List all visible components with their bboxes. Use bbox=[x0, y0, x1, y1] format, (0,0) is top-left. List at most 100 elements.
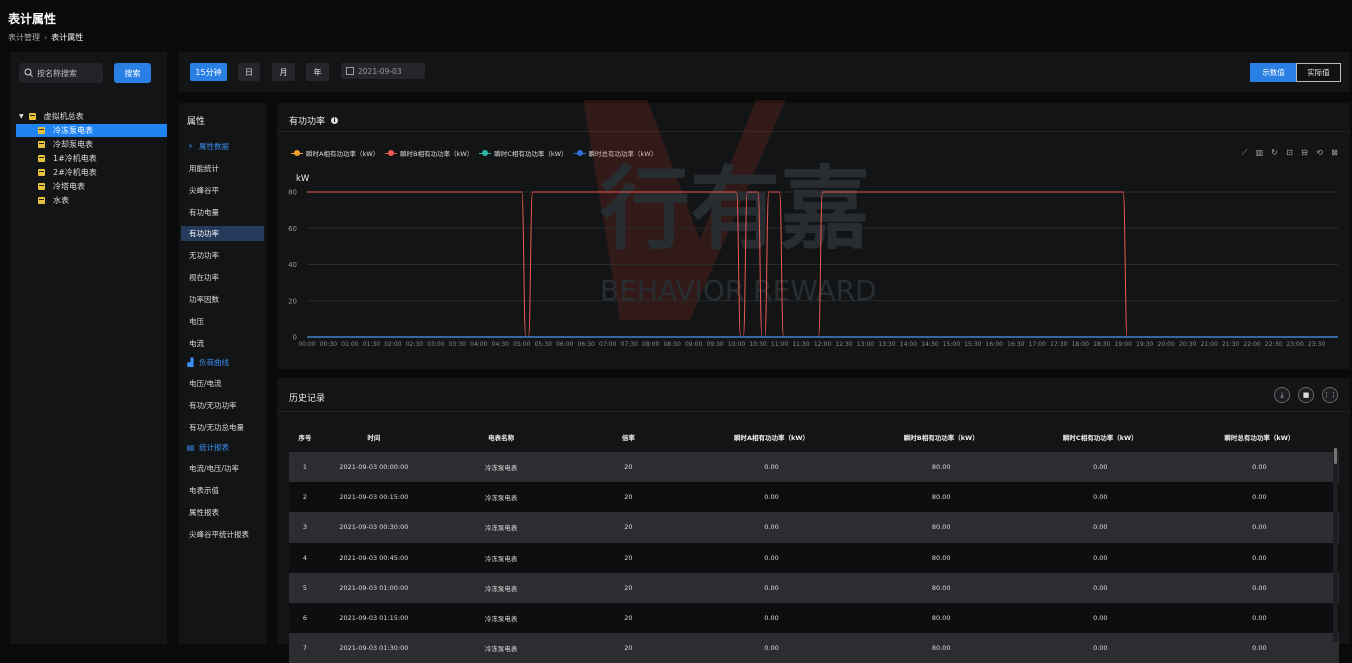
granularity-day-button[interactable]: 日 bbox=[238, 63, 260, 81]
breadcrumb-item[interactable]: 表计管理 bbox=[8, 33, 40, 42]
table-cell: 0.00 bbox=[1179, 452, 1339, 483]
meter-icon bbox=[38, 127, 45, 134]
table-cell: 0.00 bbox=[681, 482, 862, 513]
tree-item-meter[interactable]: 冷塔电表 bbox=[16, 180, 167, 193]
attr-item[interactable]: 功率因数 bbox=[181, 292, 264, 307]
refresh-icon[interactable]: ↻ bbox=[1270, 148, 1279, 157]
table-row[interactable]: 3 2021-09-03 00:30:00 冷冻泵电表 20 0.00 80.00 0.00… bbox=[289, 512, 1339, 543]
x-tick-label: 19:30 bbox=[1136, 341, 1153, 348]
chart-title: 有功功率 bbox=[289, 117, 326, 127]
table-row[interactable]: 2 2021-09-03 00:15:00 冷冻泵电表 20 0.00 80.00 0.00… bbox=[289, 482, 1339, 513]
line-chart-icon[interactable]: ⟋ bbox=[1240, 148, 1249, 157]
chart-legend: 瞬时A相有功功率（kW） 瞬时B相有功功率（kW） 瞬时C相有功功率（kW） 瞬… bbox=[291, 148, 657, 158]
attr-item[interactable]: 电压 bbox=[181, 314, 264, 329]
tree-item-meter[interactable]: 水表 bbox=[16, 194, 167, 207]
table-header-row: 序号 时间 电表名称 倍率 瞬时A相有功功率（kW） 瞬时B相有功功率（kW） … bbox=[289, 422, 1339, 452]
attr-group-load-curve[interactable]: ▟ 负荷曲线 bbox=[187, 356, 229, 368]
tree-item-meter[interactable]: 冷却泵电表 bbox=[16, 138, 167, 151]
attr-item[interactable]: 尖峰谷平统计报表 bbox=[181, 527, 264, 542]
tree-item-meter[interactable]: 1#冷机电表 bbox=[16, 152, 167, 165]
x-tick-label: 02:00 bbox=[384, 341, 401, 348]
restore-icon[interactable]: ⟲ bbox=[1315, 148, 1324, 157]
legend-item-phase-a[interactable]: 瞬时A相有功功率（kW） bbox=[291, 148, 379, 158]
table-row[interactable]: 1 2021-09-03 00:00:00 冷冻泵电表 20 0.00 80.00 0.00… bbox=[289, 452, 1339, 483]
tree-root[interactable]: ▼ 虚拟机总表 bbox=[16, 110, 167, 123]
column-header[interactable]: 瞬时B相有功功率（kW） bbox=[861, 422, 1021, 452]
table-scrollbar[interactable] bbox=[1333, 447, 1338, 642]
print-button[interactable]: ■ bbox=[1298, 387, 1314, 403]
x-tick-label: 17:30 bbox=[1050, 341, 1067, 348]
column-header[interactable]: 瞬时A相有功功率（kW） bbox=[681, 422, 862, 452]
search-box[interactable] bbox=[19, 63, 103, 83]
table-cell: 2021-09-03 01:30:00 bbox=[320, 633, 427, 663]
granularity-15min-button[interactable]: 15分钟 bbox=[190, 63, 227, 81]
attr-group-label: 统计报表 bbox=[199, 442, 229, 452]
attr-group-data[interactable]: ⚡ 属性数据 bbox=[187, 140, 229, 152]
table-cell: 0.00 bbox=[1179, 633, 1339, 663]
scrollbar-thumb[interactable] bbox=[1334, 448, 1337, 464]
tree-item-meter[interactable]: 2#冷机电表 bbox=[16, 166, 167, 179]
x-tick-label: 11:30 bbox=[792, 341, 809, 348]
info-icon[interactable]: i bbox=[331, 117, 339, 124]
attr-item[interactable]: 无功功率 bbox=[181, 248, 264, 263]
table-row[interactable]: 5 2021-09-03 01:00:00 冷冻泵电表 20 0.00 80.00 0.00… bbox=[289, 572, 1339, 603]
attr-item[interactable]: 视在功率 bbox=[181, 270, 264, 285]
breadcrumb: 表计管理 › 表计属性 bbox=[8, 32, 83, 43]
attr-item[interactable]: 电流/电压/功率 bbox=[181, 461, 264, 476]
chart-toolbox: ⟋ ▥ ↻ ⊡ ⊟ ⟲ ⊠ bbox=[1240, 148, 1339, 158]
calendar-icon bbox=[346, 67, 354, 75]
download-button[interactable]: ⤓ bbox=[1274, 387, 1290, 403]
table-row[interactable]: 6 2021-09-03 01:15:00 冷冻泵电表 20 0.00 80.00 0.00… bbox=[289, 602, 1339, 634]
attr-item[interactable]: 电流 bbox=[181, 336, 264, 351]
view-actual-button[interactable]: 实际值 bbox=[1296, 63, 1341, 82]
zoom-icon[interactable]: ⊡ bbox=[1285, 148, 1294, 157]
table-cell: 0.00 bbox=[1020, 602, 1180, 634]
attr-item[interactable]: 有功电量 bbox=[181, 205, 264, 220]
date-picker[interactable]: 2021-09-03 bbox=[341, 63, 425, 79]
legend-item-phase-c[interactable]: 瞬时C相有功功率（kW） bbox=[479, 148, 568, 158]
column-header[interactable]: 瞬时C相有功功率（kW） bbox=[1020, 422, 1180, 452]
view-reading-button[interactable]: 示数值 bbox=[1250, 63, 1297, 82]
zoom-reset-icon[interactable]: ⊟ bbox=[1300, 148, 1309, 157]
x-tick-label: 12:00 bbox=[814, 341, 831, 348]
table-cell: 2021-09-03 00:45:00 bbox=[320, 542, 427, 573]
x-tick-label: 03:00 bbox=[427, 341, 444, 348]
table-row[interactable]: 4 2021-09-03 00:45:00 冷冻泵电表 20 0.00 80.00 0.00… bbox=[289, 542, 1339, 573]
save-image-icon[interactable]: ⊠ bbox=[1330, 148, 1339, 157]
attr-group-report[interactable]: ▤ 统计报表 bbox=[187, 441, 229, 453]
column-header[interactable]: 电表名称 bbox=[426, 422, 576, 452]
bar-chart-icon[interactable]: ▥ bbox=[1255, 148, 1264, 157]
search-input[interactable] bbox=[37, 68, 101, 78]
x-tick-label: 22:30 bbox=[1265, 341, 1282, 348]
x-tick-label: 10:00 bbox=[728, 341, 745, 348]
legend-item-total[interactable]: 瞬时总有功功率（kW） bbox=[573, 148, 657, 158]
tree-item-meter[interactable]: 冷冻泵电表 bbox=[16, 124, 167, 137]
legend-label: 瞬时A相有功功率（kW） bbox=[306, 150, 380, 158]
granularity-year-button[interactable]: 年 bbox=[306, 63, 329, 81]
attr-item[interactable]: 尖峰谷平 bbox=[181, 183, 264, 198]
caret-down-icon[interactable]: ▼ bbox=[19, 113, 24, 120]
attr-item[interactable]: 属性报表 bbox=[181, 505, 264, 520]
x-tick-label: 04:00 bbox=[470, 341, 487, 348]
table-cell: 0.00 bbox=[1179, 482, 1339, 513]
attr-item[interactable]: 用能统计 bbox=[181, 161, 264, 176]
table-cell: 20 bbox=[575, 602, 682, 634]
columns-button[interactable]: ⋮⋮ bbox=[1322, 387, 1338, 403]
legend-marker bbox=[479, 150, 492, 156]
x-tick-label: 03:30 bbox=[449, 341, 466, 348]
attr-item[interactable]: 有功/无功总电量 bbox=[181, 420, 264, 435]
search-button[interactable]: 搜索 bbox=[114, 63, 151, 83]
x-tick-label: 22:00 bbox=[1243, 341, 1260, 348]
column-header[interactable]: 时间 bbox=[320, 422, 427, 452]
legend-item-phase-b[interactable]: 瞬时B相有功功率（kW） bbox=[385, 148, 473, 158]
table-row[interactable]: 7 2021-09-03 01:30:00 冷冻泵电表 20 0.00 80.00 0.00… bbox=[289, 633, 1339, 663]
granularity-month-button[interactable]: 月 bbox=[272, 63, 295, 81]
lightning-icon: ⚡ bbox=[187, 141, 194, 151]
attr-item-selected[interactable]: 有功功率 bbox=[181, 226, 264, 241]
attr-item[interactable]: 有功/无功功率 bbox=[181, 398, 264, 413]
attr-item[interactable]: 电压/电流 bbox=[181, 376, 264, 391]
column-header[interactable]: 序号 bbox=[289, 422, 321, 452]
attr-item[interactable]: 电表示值 bbox=[181, 483, 264, 498]
column-header[interactable]: 瞬时总有功功率（kW） bbox=[1179, 422, 1339, 452]
column-header[interactable]: 倍率 bbox=[575, 422, 682, 452]
